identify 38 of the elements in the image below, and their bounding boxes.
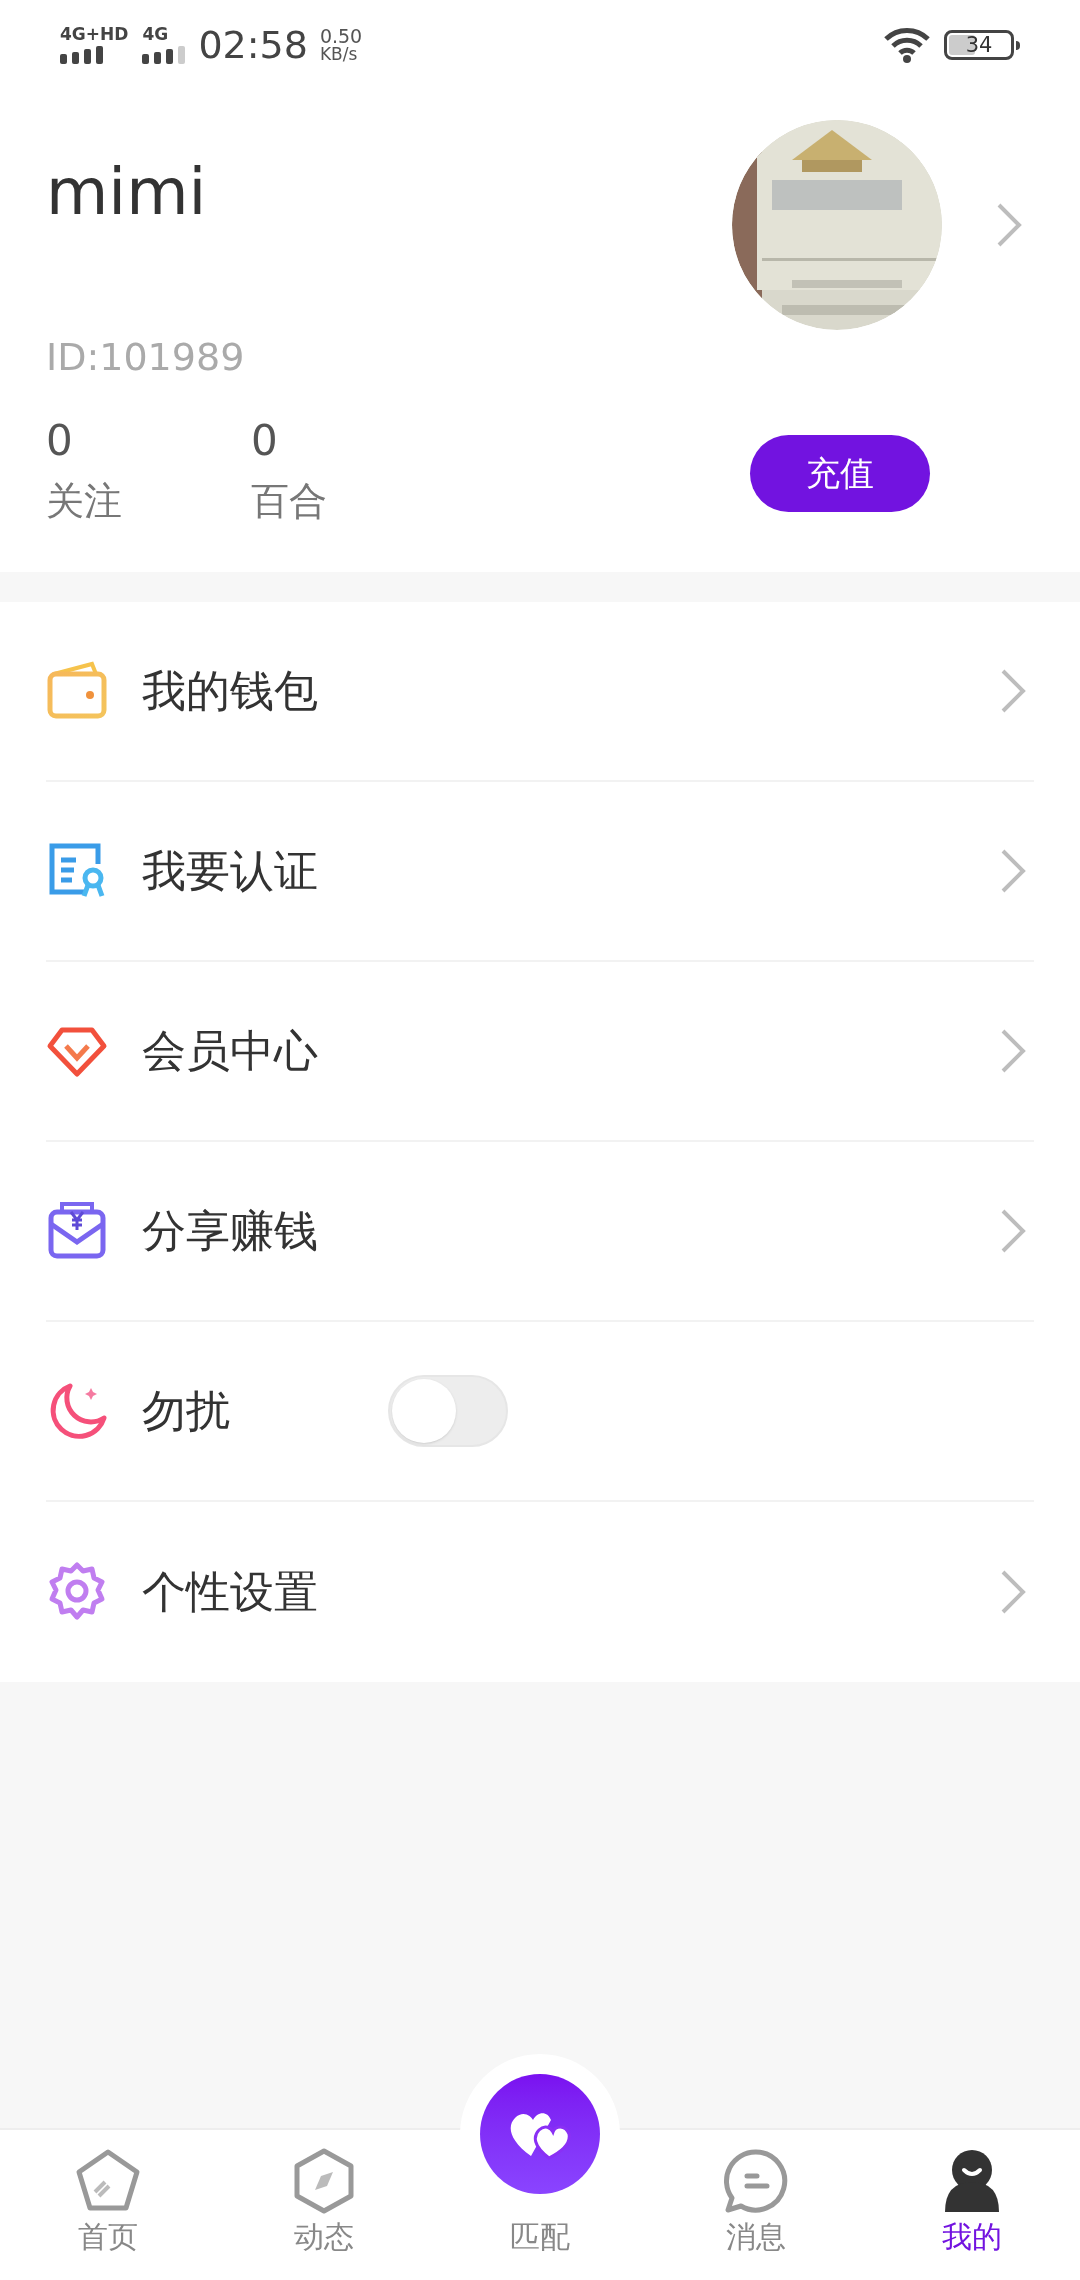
- menu-item[interactable]: 我要认证: [142, 849, 318, 893]
- envelope-icon: [46, 1200, 108, 1262]
- chevron-right-icon: [1000, 1208, 1026, 1254]
- pentagon-icon: [75, 2148, 141, 2214]
- chevron-right-icon: [1000, 668, 1026, 714]
- recharge-button[interactable]: 充值: [750, 435, 930, 512]
- tab[interactable]: 首页: [78, 2222, 138, 2252]
- wifi-icon: [884, 27, 930, 63]
- menu-item[interactable]: 分享赚钱: [142, 1209, 318, 1253]
- stat-label: 关注: [46, 482, 123, 520]
- network-label: 4G: [142, 26, 169, 43]
- chat-bubble-icon: [723, 2148, 789, 2214]
- menu-item[interactable]: 会员中心: [142, 1029, 318, 1073]
- menu-item[interactable]: 我的钱包: [142, 669, 318, 713]
- tab[interactable]: 匹配: [510, 2222, 570, 2252]
- signal-icon: [142, 46, 187, 64]
- stat-value: 0: [251, 420, 279, 462]
- stat-label: 百合: [251, 482, 328, 520]
- user-name: mimi: [46, 160, 207, 224]
- stat-value: 0: [46, 420, 74, 462]
- network-speed: 0.50: [319, 27, 363, 46]
- wallet-icon: [46, 660, 108, 722]
- user-id: ID:101989: [46, 338, 245, 376]
- chevron-right-icon: [1000, 1569, 1026, 1615]
- network-label: 4G+HD: [60, 26, 129, 43]
- menu-item[interactable]: 勿扰: [142, 1389, 230, 1433]
- menu-item[interactable]: 个性设置: [142, 1570, 318, 1614]
- chevron-right-icon: [1000, 848, 1026, 894]
- chevron-right-icon: [996, 202, 1022, 248]
- tab[interactable]: 动态: [294, 2222, 354, 2252]
- tab[interactable]: 我的: [942, 2222, 1002, 2252]
- battery-indicator: 34: [944, 30, 1020, 60]
- network-speed-unit: KB/s: [319, 46, 359, 63]
- clock: 02:58: [198, 21, 308, 69]
- signal-icon: [60, 46, 104, 64]
- tab[interactable]: 消息: [726, 2222, 786, 2252]
- chevron-right-icon: [1000, 1028, 1026, 1074]
- settings-icon: [46, 1561, 108, 1623]
